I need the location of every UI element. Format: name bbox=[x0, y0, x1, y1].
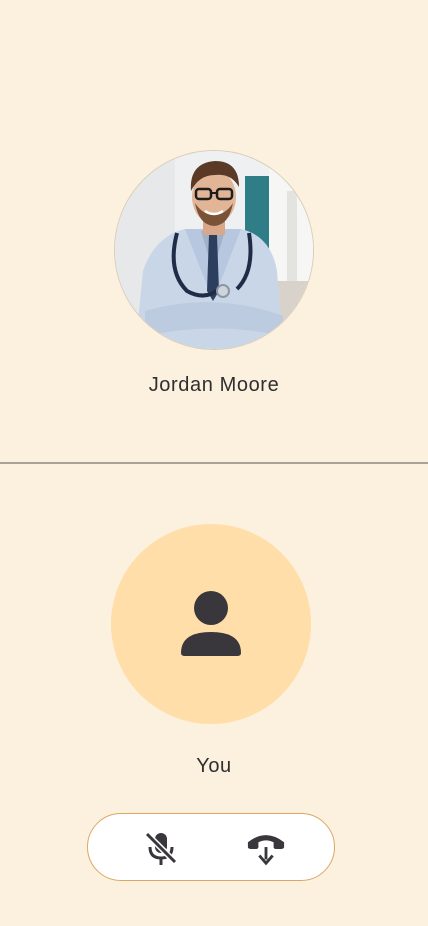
call-controls-bar bbox=[87, 813, 335, 881]
hang-up-button[interactable] bbox=[246, 828, 286, 868]
local-avatar bbox=[111, 524, 311, 724]
local-participant-name: You bbox=[196, 755, 232, 777]
pane-divider bbox=[0, 462, 428, 464]
call-end-icon bbox=[247, 835, 285, 866]
mic-off-icon bbox=[144, 831, 178, 865]
remote-avatar-photo bbox=[114, 150, 314, 350]
mute-button[interactable] bbox=[141, 828, 181, 868]
remote-participant-pane: Jordan Moore bbox=[0, 0, 428, 462]
person-icon bbox=[181, 591, 241, 656]
remote-participant-name: Jordan Moore bbox=[148, 374, 280, 396]
